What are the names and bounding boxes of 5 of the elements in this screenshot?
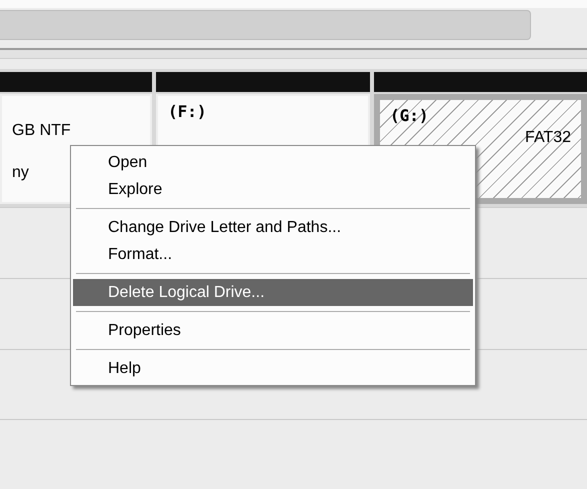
partition-info: ny	[12, 164, 29, 182]
drive-letter: (F:)	[168, 102, 208, 121]
partition-info: FAT32	[525, 129, 571, 147]
drive-letter: (G:)	[390, 106, 430, 125]
partition-info: GB NTF	[12, 122, 71, 140]
